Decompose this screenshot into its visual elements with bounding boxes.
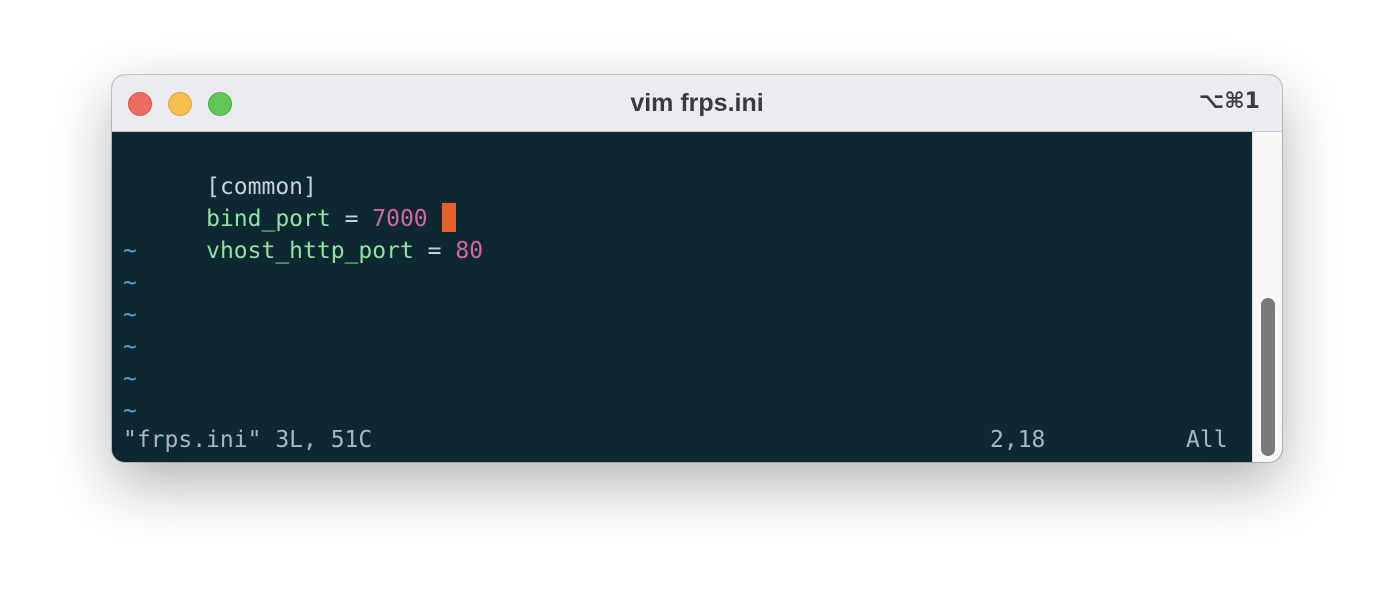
editor-line-3: vhost_http_port = 80 (123, 203, 483, 264)
empty-line-marker: ~ (123, 238, 137, 264)
title-bar[interactable]: vim frps.ini ⌥⌘1 (112, 75, 1282, 132)
config-value: 80 (455, 238, 484, 264)
empty-line-marker: ~ (123, 398, 137, 424)
status-scroll-position: All (1186, 427, 1228, 453)
terminal-window: vim frps.ini ⌥⌘1 [common] bind_port = 70… (112, 75, 1282, 462)
scrollbar-track[interactable] (1252, 132, 1282, 462)
empty-line-marker: ~ (123, 334, 137, 360)
assignment-operator: = (413, 238, 456, 264)
editor-line-1: [common] (123, 139, 317, 200)
empty-line-marker: ~ (123, 270, 137, 296)
vim-editor[interactable]: [common] bind_port = 7000 vhost_http_por… (112, 132, 1252, 462)
empty-line-marker: ~ (123, 302, 137, 328)
editor-line-2: bind_port = 7000 (123, 171, 456, 232)
status-file-info: "frps.ini" 3L, 51C (123, 427, 373, 453)
window-shortcut: ⌥⌘1 (1198, 89, 1260, 114)
window-title: vim frps.ini (630, 89, 764, 117)
config-key: vhost_http_port (206, 238, 414, 264)
empty-line-marker: ~ (123, 366, 137, 392)
status-cursor-position: 2,18 (990, 427, 1046, 453)
scrollbar-thumb[interactable] (1261, 298, 1275, 456)
